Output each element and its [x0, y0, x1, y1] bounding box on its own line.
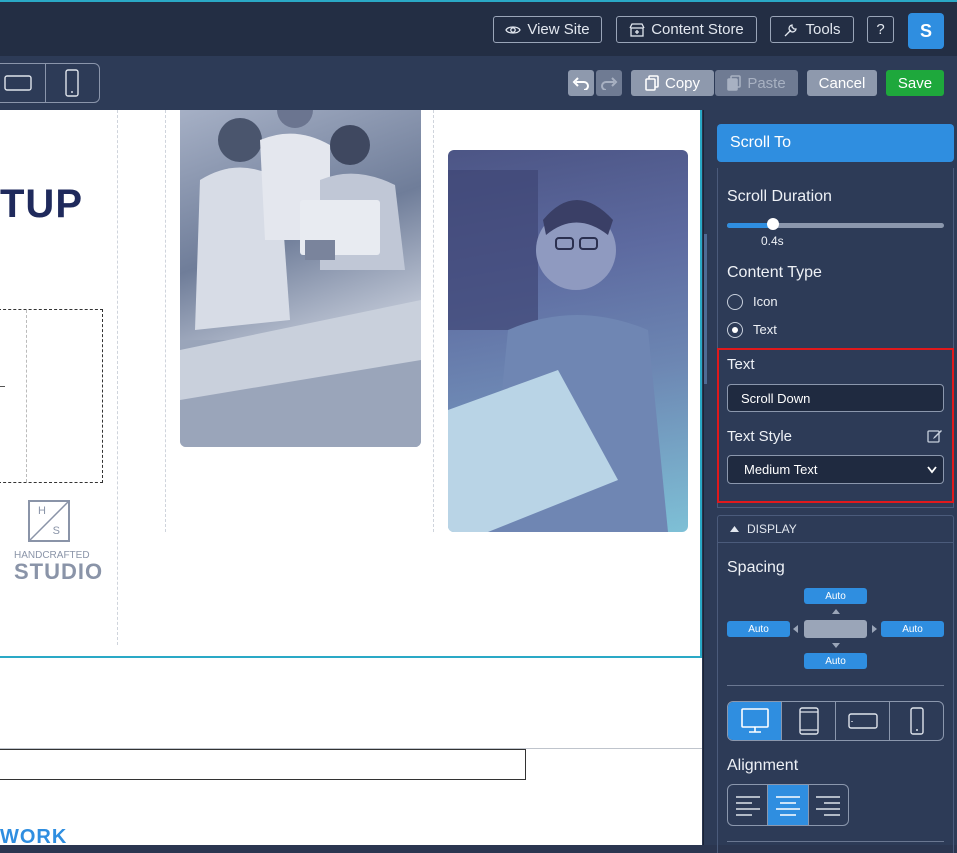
properties-panel: Scroll To Scroll Duration 0.4s Content T…	[703, 110, 957, 853]
spacing-label: Spacing	[727, 559, 785, 576]
device-desktop-button[interactable]	[728, 702, 781, 740]
device-tablet-button[interactable]	[781, 702, 835, 740]
arrow-down-icon	[832, 643, 840, 648]
scroll-duration-label: Scroll Duration	[727, 188, 832, 205]
content-store-label: Content Store	[651, 21, 744, 38]
avatar[interactable]: S	[908, 13, 944, 49]
device-switcher	[0, 63, 100, 103]
column-guide	[433, 110, 434, 532]
hero-heading[interactable]: TUP	[0, 182, 83, 227]
tablet-icon	[798, 707, 819, 735]
device-tablet-landscape-button[interactable]	[835, 702, 889, 740]
text-style-label: Text Style	[727, 428, 793, 445]
align-left-icon	[735, 796, 760, 816]
text-style-value: Medium Text	[744, 462, 818, 477]
divider	[727, 685, 944, 686]
edit-icon[interactable]	[927, 428, 943, 444]
view-site-label: View Site	[527, 21, 590, 38]
align-right-button[interactable]	[807, 785, 848, 825]
content-type-text-radio[interactable]	[727, 322, 743, 338]
spacing-top-input[interactable]: Auto	[804, 588, 867, 604]
mobile-icon	[65, 69, 79, 97]
panel-scrollbar[interactable]	[704, 234, 707, 384]
paste-icon	[727, 75, 742, 91]
caret-up-icon	[730, 526, 739, 532]
developer-portrait-photo[interactable]	[448, 150, 688, 532]
editor-canvas[interactable]: TUP H S HANDCRAFTED STUDIO WORK	[0, 110, 702, 845]
arrow-left-icon	[793, 625, 798, 633]
slider-thumb[interactable]	[766, 218, 779, 230]
align-left-button[interactable]	[728, 785, 767, 825]
mobile-icon	[909, 707, 924, 735]
logo-text-studio: STUDIO	[14, 559, 104, 584]
chevron-down-icon	[927, 466, 937, 474]
redo-button[interactable]	[596, 70, 622, 96]
spacing-preview	[804, 620, 867, 638]
cancel-button[interactable]: Cancel	[807, 70, 877, 96]
developer-portrait-illustration	[448, 170, 668, 532]
text-label: Text	[727, 356, 755, 373]
store-icon	[629, 22, 645, 37]
align-center-button[interactable]	[767, 785, 808, 825]
content-type-text-label: Text	[753, 322, 777, 337]
mobile-button[interactable]	[44, 64, 100, 102]
slider-fill	[727, 223, 773, 228]
redo-icon	[601, 77, 618, 90]
tools-label: Tools	[805, 21, 841, 38]
wrench-icon	[785, 23, 798, 36]
content-type-label: Content Type	[727, 264, 822, 281]
alignment-group	[727, 784, 849, 826]
tools-button[interactable]: Tools	[770, 16, 854, 43]
scroll-to-header[interactable]: Scroll To	[717, 124, 954, 162]
arrow-up-icon	[832, 609, 840, 614]
view-site-button[interactable]: View Site	[493, 16, 602, 43]
content-store-button[interactable]: Content Store	[616, 16, 757, 43]
team-meeting-photo[interactable]	[180, 110, 421, 447]
paste-button[interactable]: Paste	[715, 70, 798, 96]
display-section-toggle[interactable]: DISPLAY	[717, 515, 954, 543]
handcrafted-studio-logo: H S HANDCRAFTED STUDIO	[14, 500, 104, 584]
edit-toolbar: Copy Paste Cancel Save	[0, 56, 957, 110]
display-label: DISPLAY	[747, 522, 797, 536]
form-field-outline[interactable]	[0, 749, 526, 780]
save-button[interactable]: Save	[886, 70, 944, 96]
copy-button[interactable]: Copy	[631, 70, 714, 96]
content-type-icon-radio[interactable]	[727, 294, 743, 310]
eye-icon	[505, 25, 522, 34]
tablet-landscape-button[interactable]	[0, 64, 45, 102]
spacing-bottom-input[interactable]: Auto	[804, 653, 867, 669]
work-heading[interactable]: WORK	[0, 826, 67, 845]
display-device-switcher	[727, 701, 944, 741]
column-guide	[117, 110, 118, 645]
scroll-duration-slider[interactable]	[727, 223, 944, 228]
placeholder-block[interactable]	[0, 309, 103, 483]
spacing-left-input[interactable]: Auto	[727, 621, 790, 637]
tablet-landscape-icon	[847, 713, 878, 729]
desktop-icon	[740, 708, 769, 733]
copy-label: Copy	[664, 74, 701, 92]
align-center-icon	[775, 796, 800, 816]
divider	[727, 841, 944, 842]
text-input[interactable]: Scroll Down	[727, 384, 944, 412]
help-button[interactable]: ?	[867, 16, 894, 43]
help-label: ?	[876, 21, 885, 38]
arrow-right-icon	[872, 625, 877, 633]
spacing-right-input[interactable]: Auto	[881, 621, 944, 637]
text-style-select[interactable]: Medium Text	[727, 455, 944, 484]
team-meeting-illustration	[180, 110, 421, 447]
undo-icon	[572, 77, 589, 90]
content-type-icon-label: Icon	[753, 294, 778, 309]
device-mobile-button[interactable]	[889, 702, 943, 740]
alignment-label: Alignment	[727, 757, 799, 774]
top-bar: View Site Content Store Tools ? S	[0, 0, 957, 56]
scroll-duration-value: 0.4s	[761, 234, 784, 248]
column-guide	[165, 110, 166, 532]
tablet-landscape-icon	[4, 75, 32, 91]
copy-icon	[645, 75, 659, 91]
paste-label: Paste	[747, 74, 786, 92]
align-right-icon	[816, 796, 841, 816]
undo-button[interactable]	[568, 70, 594, 96]
